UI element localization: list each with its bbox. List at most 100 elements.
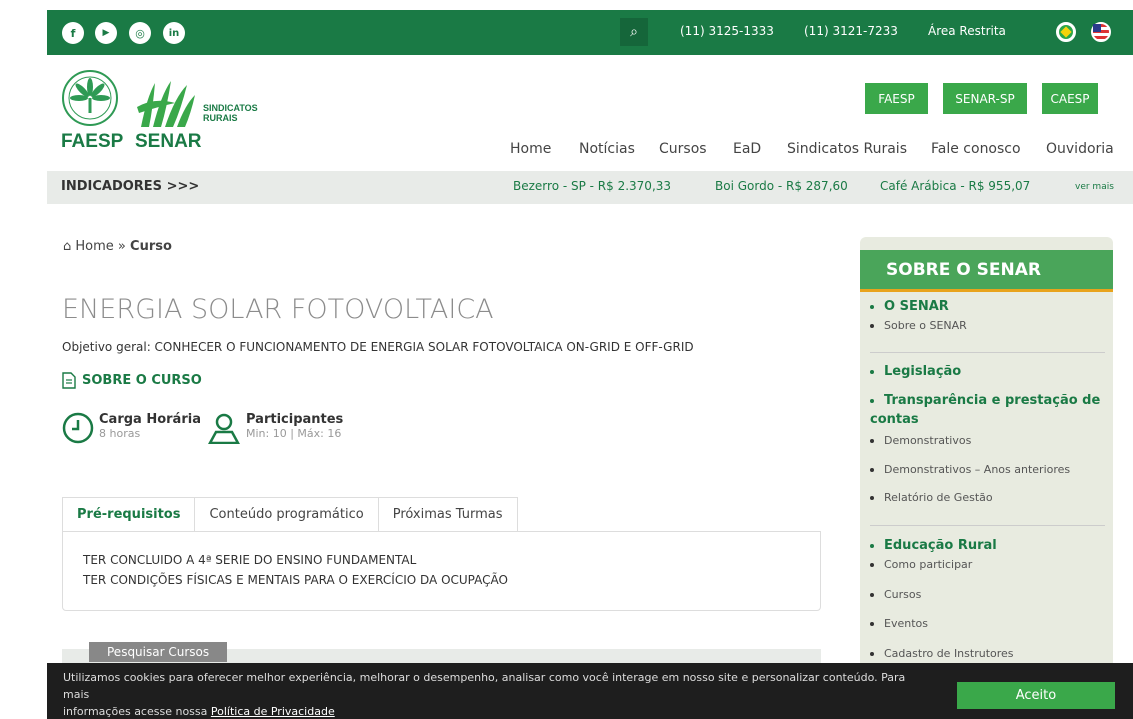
linkedin-icon[interactable]: in xyxy=(163,22,185,44)
sidebar-item-label: Sobre o SENAR xyxy=(884,319,967,332)
bullet-icon xyxy=(870,369,874,374)
tab-syllabus[interactable]: Conteúdo programático xyxy=(194,497,379,531)
sidebar: SOBRE O SENAR O SENAR Sobre o SENAR Legi… xyxy=(860,237,1113,719)
workload-value: 8 horas xyxy=(99,427,141,440)
sidebar-item-demonstrativos[interactable]: Demonstrativos xyxy=(870,434,971,447)
tab-prerequisites[interactable]: Pré-requisitos xyxy=(62,497,196,531)
faesp-button[interactable]: FAESP xyxy=(865,83,928,114)
divider xyxy=(870,352,1105,353)
senar-sp-button[interactable]: SENAR-SP xyxy=(943,83,1027,114)
clock-icon xyxy=(62,412,94,444)
sidebar-item-label: Eventos xyxy=(884,617,928,630)
nav-cursos[interactable]: Cursos xyxy=(659,141,707,157)
search-courses-tab[interactable]: Pesquisar Cursos xyxy=(89,642,228,662)
more-indicators-link[interactable]: ver mais xyxy=(1075,182,1114,192)
sidebar-item-label: Relatório de Gestão xyxy=(884,491,993,504)
sidebar-item-eventos[interactable]: Eventos xyxy=(870,617,928,630)
sindicatos-label: SINDICATOS xyxy=(203,103,258,113)
accept-cookies-button[interactable]: Aceito xyxy=(957,682,1115,709)
main-content: ⌂ Home » Curso ENERGIA SOLAR FOTOVOLTAIC… xyxy=(47,204,1133,719)
phone-link-1[interactable]: (11) 3125-1333 xyxy=(680,24,774,38)
participants-title: Participantes xyxy=(246,412,344,427)
bullet-icon xyxy=(870,398,874,403)
cookie-banner: Utilizamos cookies para oferecer melhor … xyxy=(47,663,1133,719)
cookie-text-line2: informações acesse nossa xyxy=(63,705,211,718)
restricted-area-link[interactable]: Área Restrita xyxy=(928,24,1006,38)
sidebar-item-legislacao[interactable]: Legislação xyxy=(870,364,961,379)
phone-link-2[interactable]: (11) 3121-7233 xyxy=(804,24,898,38)
instagram-icon[interactable]: ◎ xyxy=(129,22,151,44)
prerequisite-item: TER CONDIÇÕES FÍSICAS E MENTAIS PARA O E… xyxy=(83,573,508,587)
prerequisite-item: TER CONCLUIDO A 4ª SERIE DO ENSINO FUNDA… xyxy=(83,553,417,567)
sidebar-item-transparencia[interactable]: Transparência e prestação de xyxy=(870,393,1100,408)
sidebar-item-como-participar[interactable]: Como participar xyxy=(870,558,972,571)
page-title: ENERGIA SOLAR FOTOVOLTAICA xyxy=(62,294,494,325)
sidebar-item-cursos[interactable]: Cursos xyxy=(870,588,921,601)
youtube-icon[interactable]: ▶ xyxy=(95,22,117,44)
senar-logo[interactable] xyxy=(135,77,197,129)
faesp-logo-text: FAESP xyxy=(61,131,124,152)
top-bar: f ▶ ◎ in ⌕ (11) 3125-1333 (11) 3121-7233… xyxy=(47,10,1133,55)
breadcrumb-current: Curso xyxy=(130,239,172,254)
breadcrumb: ⌂ Home » Curso xyxy=(63,239,172,254)
rurais-label: RURAIS xyxy=(203,113,238,123)
sidebar-item-label: Como participar xyxy=(884,558,973,571)
divider xyxy=(870,525,1105,526)
caesp-button[interactable]: CAESP xyxy=(1042,83,1098,114)
cookie-text-line1: Utilizamos cookies para oferecer melhor … xyxy=(63,671,906,701)
site-header: FAESP SENAR SINDICATOS RURAIS FAESP SENA… xyxy=(47,55,1133,171)
nav-sindicatos-rurais[interactable]: Sindicatos Rurais xyxy=(787,141,907,157)
sidebar-item-label: Cursos xyxy=(884,588,922,601)
home-icon[interactable]: ⌂ xyxy=(63,239,71,254)
brazil-flag-icon[interactable] xyxy=(1056,22,1076,42)
course-objective: Objetivo geral: CONHECER O FUNCIONAMENTO… xyxy=(62,340,694,354)
bullet-icon xyxy=(870,495,874,500)
search-icon[interactable]: ⌕ xyxy=(620,18,648,46)
course-tabs: Pré-requisitos Conteúdo programático Pró… xyxy=(62,497,518,531)
nav-noticias[interactable]: Notícias xyxy=(579,141,635,157)
nav-ouvidoria[interactable]: Ouvidoria xyxy=(1046,141,1114,157)
cookie-text: Utilizamos cookies para oferecer melhor … xyxy=(63,669,933,719)
about-course-link[interactable]: SOBRE O CURSO xyxy=(62,372,202,389)
breadcrumb-home[interactable]: Home » xyxy=(75,239,125,254)
sidebar-item-label: Demonstrativos xyxy=(884,434,972,447)
tab-panel: TER CONCLUIDO A 4ª SERIE DO ENSINO FUNDA… xyxy=(62,531,821,611)
person-icon xyxy=(208,413,240,444)
sidebar-item-educacao-rural[interactable]: Educação Rural xyxy=(870,538,997,553)
bullet-icon xyxy=(870,562,874,567)
sidebar-item-label: O SENAR xyxy=(884,299,949,314)
bullet-icon xyxy=(870,592,874,597)
bullet-icon xyxy=(870,621,874,626)
workload-stat: Carga Horária 8 horas xyxy=(62,412,201,444)
participants-value: Min: 10 | Máx: 16 xyxy=(246,427,342,440)
bullet-icon xyxy=(870,651,874,656)
bullet-icon xyxy=(870,323,874,328)
senar-logo-text: SENAR xyxy=(135,131,202,152)
nav-home[interactable]: Home xyxy=(510,141,551,157)
sidebar-item-cadastro-instrutores[interactable]: Cadastro de Instrutores xyxy=(870,647,1014,660)
bullet-icon xyxy=(870,304,874,309)
usa-flag-icon[interactable] xyxy=(1091,22,1111,42)
sidebar-item-o-senar[interactable]: O SENAR xyxy=(870,299,949,314)
workload-title: Carga Horária xyxy=(99,412,201,427)
nav-ead[interactable]: EaD xyxy=(733,141,761,157)
participants-stat: Participantes Min: 10 | Máx: 16 xyxy=(207,412,343,444)
nav-fale-conosco[interactable]: Fale conosco xyxy=(931,141,1021,157)
sidebar-item-label: Cadastro de Instrutores xyxy=(884,647,1014,660)
sidebar-item-relatorio[interactable]: Relatório de Gestão xyxy=(870,491,993,504)
sidebar-item-demonstrativos-anteriores[interactable]: Demonstrativos – Anos anteriores xyxy=(870,463,1070,476)
sidebar-title: SOBRE O SENAR xyxy=(860,250,1113,292)
facebook-icon[interactable]: f xyxy=(62,22,84,44)
sidebar-item-sobre-senar[interactable]: Sobre o SENAR xyxy=(870,319,967,332)
tab-next-classes[interactable]: Próximas Turmas xyxy=(377,497,518,531)
sidebar-item-label: Transparência e prestação de xyxy=(884,393,1101,408)
faesp-logo[interactable] xyxy=(61,69,119,127)
bullet-icon xyxy=(870,438,874,443)
document-icon xyxy=(62,372,76,389)
indicators-label[interactable]: INDICADORES >>> xyxy=(61,179,199,194)
bullet-icon xyxy=(870,543,874,548)
sidebar-item-transparencia-cont[interactable]: contas xyxy=(870,412,919,427)
indicator-cafe-arabica: Café Arábica - R$ 955,07 xyxy=(880,179,1031,193)
privacy-policy-link[interactable]: Política de Privacidade xyxy=(211,705,335,718)
indicators-bar: INDICADORES >>> Bezerro - SP - R$ 2.370,… xyxy=(47,171,1133,204)
